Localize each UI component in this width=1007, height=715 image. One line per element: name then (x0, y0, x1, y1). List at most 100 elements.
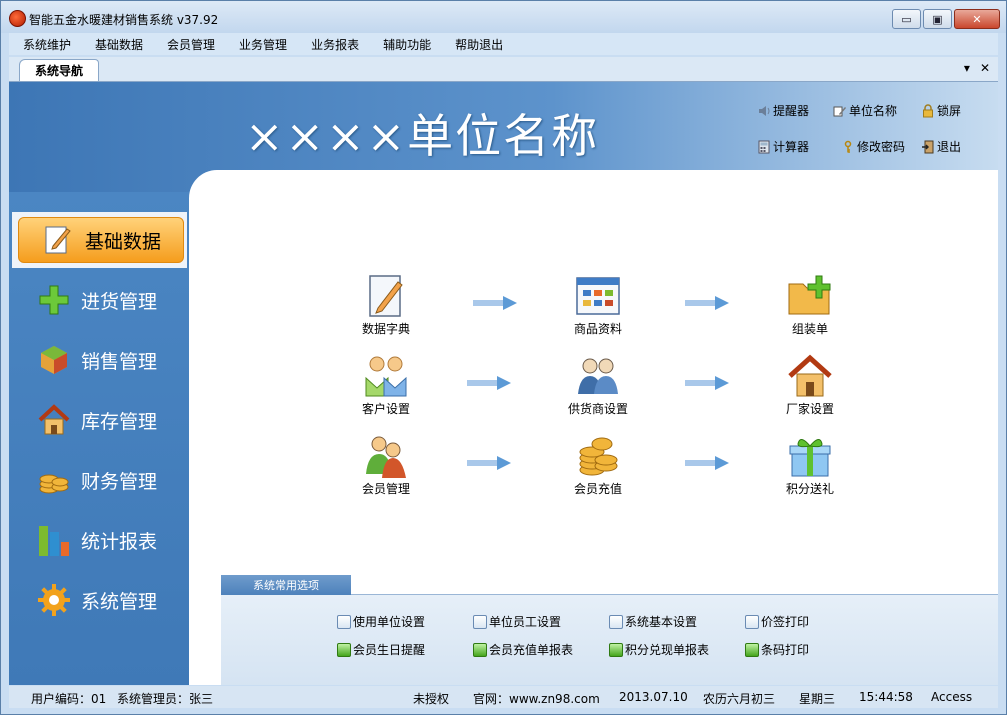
sidebar: 基础数据 进货管理 销售管理 库存管理 财务管理 统计报表 系统管理 (9, 192, 189, 685)
tab-controls: ▾ ✕ (964, 61, 990, 75)
option-label: 单位员工设置 (489, 615, 562, 629)
window-controls: ▭ ▣ ✕ (892, 9, 1000, 29)
flow-product-info[interactable]: 商品资料 (553, 274, 643, 337)
flow-assembly-order[interactable]: 组装单 (765, 274, 855, 337)
change-password-label: 修改密码 (857, 140, 906, 154)
option-barcode-print[interactable]: 条码打印 (745, 641, 809, 658)
option-label: 价签打印 (761, 615, 810, 629)
report-icon (337, 642, 351, 657)
sidebar-item-basic-data[interactable]: 基础数据 (12, 212, 187, 268)
option-label: 使用单位设置 (353, 615, 426, 629)
tab-close-icon[interactable]: ✕ (980, 61, 990, 75)
flow-manufacturer-settings[interactable]: 厂家设置 (765, 354, 855, 417)
gear-icon (37, 583, 71, 617)
flow-member-recharge[interactable]: 会员充值 (553, 434, 643, 497)
sidebar-item-label: 库存管理 (81, 410, 158, 433)
reminder-label: 提醒器 (773, 104, 810, 118)
edit-icon (833, 104, 847, 118)
flow-arrow-icon (685, 376, 729, 390)
report-icon (745, 642, 759, 657)
status-operator: 系统管理员：张三 (117, 692, 214, 706)
settings-icon (745, 614, 759, 629)
flow-arrow-icon (685, 456, 729, 470)
flow-supplier-settings[interactable]: 供货商设置 (553, 354, 643, 417)
sidebar-item-label: 财务管理 (81, 470, 158, 493)
flow-member-management[interactable]: 会员管理 (341, 434, 431, 497)
menu-bar: 系统维护 基础数据 会员管理 业务管理 业务报表 辅助功能 帮助退出 (9, 33, 998, 55)
title-bar: 智能五金水暖建材销售系统 v37.92 ▭ ▣ ✕ (1, 1, 1006, 33)
flow-label: 商品资料 (573, 322, 622, 336)
maximize-button[interactable]: ▣ (923, 9, 952, 29)
lock-screen-button[interactable]: 锁屏 (921, 102, 961, 119)
status-time: 15:44:58 (859, 690, 913, 704)
menu-auxiliary[interactable]: 辅助功能 (369, 36, 441, 53)
tab-system-navigation[interactable]: 系统导航 (19, 59, 99, 81)
app-window: 智能五金水暖建材销售系统 v37.92 ▭ ▣ ✕ 系统维护 基础数据 会员管理… (0, 0, 1007, 715)
flow-label: 会员充值 (573, 482, 622, 496)
sidebar-item-label: 基础数据 (85, 230, 162, 253)
sidebar-item-purchasing[interactable]: 进货管理 (9, 272, 189, 328)
main-content: ××××单位名称 提醒器 单位名称 锁屏 计算器 修改密码 退出 基础数据 进货… (9, 82, 998, 685)
sidebar-item-system[interactable]: 系统管理 (9, 572, 189, 628)
menu-member-management[interactable]: 会员管理 (153, 36, 225, 53)
sidebar-item-finance[interactable]: 财务管理 (9, 452, 189, 508)
cube-icon (37, 343, 71, 377)
option-price-tag-print[interactable]: 价签打印 (745, 613, 809, 630)
common-options-panel: 系统常用选项 使用单位设置 单位员工设置 系统基本设置 价签打印 会员生日提醒 … (221, 575, 998, 685)
sidebar-item-reports[interactable]: 统计报表 (9, 512, 189, 568)
flow-points-gift[interactable]: 积分送礼 (765, 434, 855, 497)
green-plus-icon (37, 283, 71, 317)
sidebar-item-label: 统计报表 (81, 530, 158, 553)
option-label: 系统基本设置 (625, 615, 698, 629)
flow-label: 会员管理 (361, 482, 410, 496)
minimize-button[interactable]: ▭ (892, 9, 921, 29)
header-tools: 提醒器 单位名称 锁屏 计算器 修改密码 退出 (757, 100, 997, 170)
option-employee-settings[interactable]: 单位员工设置 (473, 613, 561, 630)
common-options-title[interactable]: 系统常用选项 (221, 575, 351, 595)
customers-icon (362, 354, 410, 398)
menu-system-maintenance[interactable]: 系统维护 (9, 36, 81, 53)
status-database: Access (931, 690, 973, 704)
close-button[interactable]: ✕ (954, 9, 1000, 29)
menu-help-exit[interactable]: 帮助退出 (441, 36, 513, 53)
menu-business-reports[interactable]: 业务报表 (297, 36, 369, 53)
sidebar-item-inventory[interactable]: 库存管理 (9, 392, 189, 448)
speaker-icon (757, 104, 771, 118)
flow-arrow-icon (467, 456, 511, 470)
exit-button[interactable]: 退出 (921, 138, 961, 155)
option-unit-settings[interactable]: 使用单位设置 (337, 613, 425, 630)
option-label: 积分兑现单报表 (625, 643, 710, 657)
reminder-button[interactable]: 提醒器 (757, 102, 809, 119)
option-label: 条码打印 (761, 643, 810, 657)
option-member-birthday-reminder[interactable]: 会员生日提醒 (337, 641, 425, 658)
sidebar-item-sales[interactable]: 销售管理 (9, 332, 189, 388)
members-icon (362, 434, 410, 478)
option-member-recharge-report[interactable]: 会员充值单报表 (473, 641, 573, 658)
unit-name-button[interactable]: 单位名称 (833, 102, 897, 119)
status-lunar-date: 农历六月初三 (703, 692, 776, 706)
status-website[interactable]: 官网：www.zn98.com (473, 690, 600, 707)
tab-dropdown-icon[interactable]: ▾ (964, 61, 970, 75)
exit-label: 退出 (937, 140, 962, 154)
menu-business-management[interactable]: 业务管理 (225, 36, 297, 53)
sidebar-item-label: 销售管理 (81, 350, 158, 373)
menu-basic-data[interactable]: 基础数据 (81, 36, 153, 53)
flow-customer-settings[interactable]: 客户设置 (341, 354, 431, 417)
lock-screen-label: 锁屏 (937, 104, 962, 118)
key-icon (841, 140, 855, 154)
option-points-redemption-report[interactable]: 积分兑现单报表 (609, 641, 709, 658)
calculator-button[interactable]: 计算器 (757, 138, 809, 155)
window-title: 智能五金水暖建材销售系统 v37.92 (29, 13, 219, 27)
status-license: 未授权 (413, 692, 450, 706)
sidebar-item-label: 进货管理 (81, 290, 158, 313)
unit-name-label: 单位名称 (849, 104, 898, 118)
flow-data-dictionary[interactable]: 数据字典 (341, 274, 431, 337)
status-user-code: 用户编码：01 (31, 692, 107, 706)
option-system-basic-settings[interactable]: 系统基本设置 (609, 613, 697, 630)
settings-icon (337, 614, 351, 629)
coins-icon (574, 434, 622, 478)
change-password-button[interactable]: 修改密码 (841, 138, 905, 155)
coins-icon (37, 463, 71, 497)
flow-label: 厂家设置 (785, 402, 834, 416)
window-grid-icon (574, 274, 622, 318)
